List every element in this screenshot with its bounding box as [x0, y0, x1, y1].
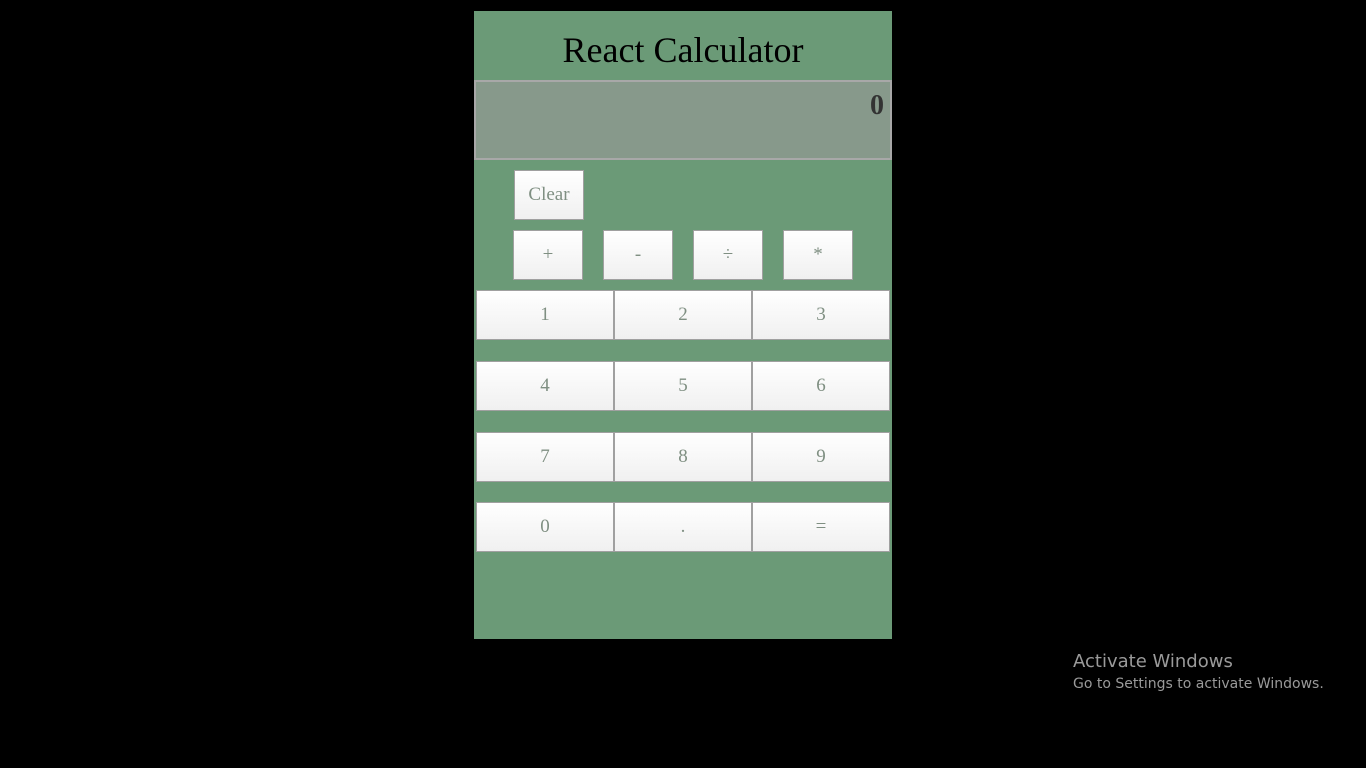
calculator-panel: React Calculator 0 Clear + - ÷ * 1 2 3 4… — [474, 11, 892, 639]
digit-2-button[interactable]: 2 — [614, 290, 752, 340]
clear-button[interactable]: Clear — [514, 170, 584, 220]
add-button[interactable]: + — [513, 230, 583, 280]
digit-7-button[interactable]: 7 — [476, 432, 614, 482]
digit-3-button[interactable]: 3 — [752, 290, 890, 340]
activate-windows-watermark: Activate Windows Go to Settings to activ… — [1073, 650, 1324, 694]
digit-5-button[interactable]: 5 — [614, 361, 752, 411]
watermark-title: Activate Windows — [1073, 651, 1233, 672]
digit-1-button[interactable]: 1 — [476, 290, 614, 340]
digit-6-button[interactable]: 6 — [752, 361, 890, 411]
digit-4-button[interactable]: 4 — [476, 361, 614, 411]
divide-button[interactable]: ÷ — [693, 230, 763, 280]
app-title: React Calculator — [562, 30, 804, 70]
display-value: 0 — [870, 90, 884, 121]
watermark-subtitle: Go to Settings to activate Windows. — [1073, 676, 1324, 692]
digit-0-button[interactable]: 0 — [476, 502, 614, 552]
equals-button[interactable]: = — [752, 502, 890, 552]
digit-9-button[interactable]: 9 — [752, 432, 890, 482]
calculator-display: 0 — [474, 80, 892, 160]
multiply-button[interactable]: * — [783, 230, 853, 280]
digit-8-button[interactable]: 8 — [614, 432, 752, 482]
decimal-button[interactable]: . — [614, 502, 752, 552]
subtract-button[interactable]: - — [603, 230, 673, 280]
